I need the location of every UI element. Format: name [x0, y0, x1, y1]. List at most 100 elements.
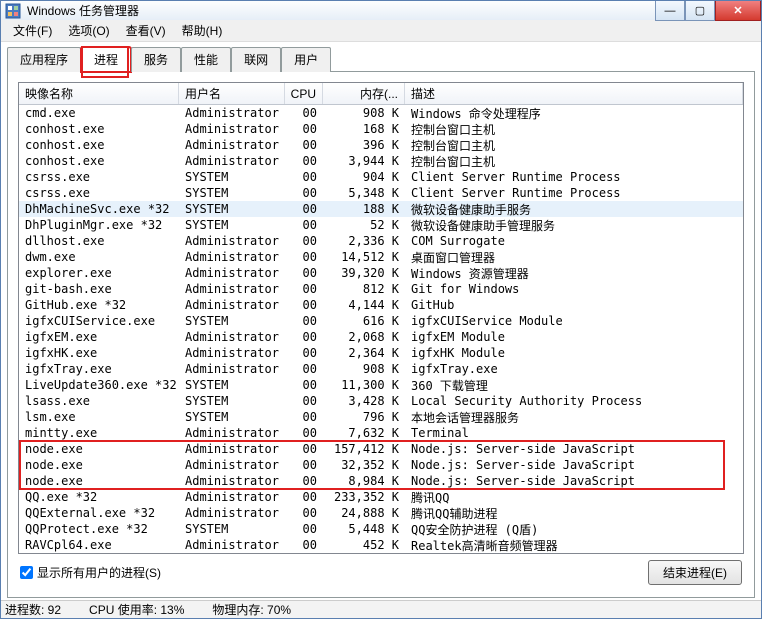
- table-row[interactable]: node.exeAdministrator008,984 KNode.js: S…: [19, 473, 743, 489]
- table-row[interactable]: csrss.exeSYSTEM005,348 KClient Server Ru…: [19, 185, 743, 201]
- cell-name: node.exe: [19, 474, 179, 488]
- cell-desc: QQ安全防护进程 (Q盾): [405, 521, 743, 538]
- cell-user: Administrator: [179, 330, 285, 344]
- cell-desc: Terminal: [405, 426, 743, 440]
- maximize-button[interactable]: ▢: [685, 1, 715, 21]
- cell-name: QQ.exe *32: [19, 490, 179, 504]
- table-row[interactable]: mintty.exeAdministrator007,632 KTerminal: [19, 425, 743, 441]
- menu-view[interactable]: 查看(V): [118, 20, 174, 41]
- table-row[interactable]: git-bash.exeAdministrator00812 KGit for …: [19, 281, 743, 297]
- cell-desc: Node.js: Server-side JavaScript: [405, 458, 743, 472]
- table-row[interactable]: node.exeAdministrator0032,352 KNode.js: …: [19, 457, 743, 473]
- cell-user: Administrator: [179, 266, 285, 280]
- cell-user: SYSTEM: [179, 218, 285, 232]
- table-row[interactable]: QQProtect.exe *32SYSTEM005,448 KQQ安全防护进程…: [19, 521, 743, 537]
- cell-cpu: 00: [285, 394, 323, 408]
- tab-applications[interactable]: 应用程序: [7, 47, 81, 72]
- table-row[interactable]: lsass.exeSYSTEM003,428 KLocal Security A…: [19, 393, 743, 409]
- table-row[interactable]: igfxHK.exeAdministrator002,364 KigfxHK M…: [19, 345, 743, 361]
- cell-user: SYSTEM: [179, 410, 285, 424]
- table-row[interactable]: csrss.exeSYSTEM00904 KClient Server Runt…: [19, 169, 743, 185]
- end-process-button[interactable]: 结束进程(E): [648, 560, 742, 585]
- table-row[interactable]: QQExternal.exe *32Administrator0024,888 …: [19, 505, 743, 521]
- cell-user: SYSTEM: [179, 202, 285, 216]
- table-body[interactable]: cmd.exeAdministrator00908 KWindows 命令处理程…: [19, 105, 743, 553]
- cell-mem: 904 K: [323, 170, 405, 184]
- table-row[interactable]: DhMachineSvc.exe *32SYSTEM00188 K微软设备健康助…: [19, 201, 743, 217]
- cell-cpu: 00: [285, 330, 323, 344]
- cell-user: SYSTEM: [179, 186, 285, 200]
- cell-mem: 2,364 K: [323, 346, 405, 360]
- cell-name: igfxTray.exe: [19, 362, 179, 376]
- cell-name: DhMachineSvc.exe *32: [19, 202, 179, 216]
- table-row[interactable]: QQ.exe *32Administrator00233,352 K腾讯QQ: [19, 489, 743, 505]
- cell-desc: 桌面窗口管理器: [405, 249, 743, 266]
- cell-desc: 控制台窗口主机: [405, 153, 743, 170]
- cell-cpu: 00: [285, 538, 323, 552]
- table-row[interactable]: conhost.exeAdministrator00396 K控制台窗口主机: [19, 137, 743, 153]
- cell-name: igfxEM.exe: [19, 330, 179, 344]
- table-row[interactable]: RAVCpl64.exeAdministrator00452 KRealtek高…: [19, 537, 743, 553]
- table-row[interactable]: dwm.exeAdministrator0014,512 K桌面窗口管理器: [19, 249, 743, 265]
- table-row[interactable]: igfxCUIService.exeSYSTEM00616 KigfxCUISe…: [19, 313, 743, 329]
- cell-mem: 7,632 K: [323, 426, 405, 440]
- table-row[interactable]: GitHub.exe *32Administrator004,144 KGitH…: [19, 297, 743, 313]
- cell-mem: 3,428 K: [323, 394, 405, 408]
- cell-name: explorer.exe: [19, 266, 179, 280]
- cell-user: Administrator: [179, 538, 285, 552]
- cell-desc: Node.js: Server-side JavaScript: [405, 474, 743, 488]
- table-row[interactable]: conhost.exeAdministrator00168 K控制台窗口主机: [19, 121, 743, 137]
- cell-name: LiveUpdate360.exe *32: [19, 378, 179, 392]
- tab-users[interactable]: 用户: [281, 47, 331, 72]
- statusbar: 进程数: 92 CPU 使用率: 13% 物理内存: 70%: [1, 600, 761, 618]
- menu-help[interactable]: 帮助(H): [174, 20, 231, 41]
- table-row[interactable]: explorer.exeAdministrator0039,320 KWindo…: [19, 265, 743, 281]
- cell-cpu: 00: [285, 346, 323, 360]
- tab-processes[interactable]: 进程: [81, 47, 131, 72]
- table-row[interactable]: cmd.exeAdministrator00908 KWindows 命令处理程…: [19, 105, 743, 121]
- cell-desc: 微软设备健康助手服务: [405, 201, 743, 218]
- table-row[interactable]: DhPluginMgr.exe *32SYSTEM0052 K微软设备健康助手管…: [19, 217, 743, 233]
- table-row[interactable]: LiveUpdate360.exe *32SYSTEM0011,300 K360…: [19, 377, 743, 393]
- cell-user: SYSTEM: [179, 170, 285, 184]
- table-row[interactable]: dllhost.exeAdministrator002,336 KCOM Sur…: [19, 233, 743, 249]
- menu-file[interactable]: 文件(F): [5, 20, 60, 41]
- cell-cpu: 00: [285, 106, 323, 120]
- close-button[interactable]: ✕: [715, 1, 761, 21]
- cell-mem: 5,448 K: [323, 522, 405, 536]
- col-header-cpu[interactable]: CPU: [285, 83, 323, 104]
- show-all-users-input[interactable]: [20, 566, 33, 579]
- minimize-button[interactable]: —: [655, 1, 685, 21]
- table-row[interactable]: igfxEM.exeAdministrator002,068 KigfxEM M…: [19, 329, 743, 345]
- menu-options[interactable]: 选项(O): [60, 20, 117, 41]
- col-header-desc[interactable]: 描述: [405, 83, 743, 104]
- table-row[interactable]: igfxTray.exeAdministrator00908 KigfxTray…: [19, 361, 743, 377]
- cell-cpu: 00: [285, 362, 323, 376]
- tab-networking[interactable]: 联网: [231, 47, 281, 72]
- tab-services[interactable]: 服务: [131, 47, 181, 72]
- cell-desc: 控制台窗口主机: [405, 121, 743, 138]
- tab-performance[interactable]: 性能: [181, 47, 231, 72]
- table-row[interactable]: node.exeAdministrator00157,412 KNode.js:…: [19, 441, 743, 457]
- cell-name: cmd.exe: [19, 106, 179, 120]
- cell-mem: 396 K: [323, 138, 405, 152]
- titlebar[interactable]: Windows 任务管理器 — ▢ ✕: [1, 1, 761, 20]
- cell-user: Administrator: [179, 250, 285, 264]
- cell-desc: Windows 命令处理程序: [405, 105, 743, 122]
- cell-desc: 本地会话管理器服务: [405, 409, 743, 426]
- cell-mem: 908 K: [323, 362, 405, 376]
- cell-cpu: 00: [285, 458, 323, 472]
- cell-desc: 腾讯QQ辅助进程: [405, 505, 743, 522]
- cell-cpu: 00: [285, 266, 323, 280]
- col-header-user[interactable]: 用户名: [179, 83, 285, 104]
- col-header-mem[interactable]: 内存(...: [323, 83, 405, 104]
- show-all-users-checkbox[interactable]: 显示所有用户的进程(S): [20, 564, 161, 581]
- cell-mem: 157,412 K: [323, 442, 405, 456]
- cell-name: igfxCUIService.exe: [19, 314, 179, 328]
- window-title: Windows 任务管理器: [27, 2, 139, 19]
- cell-cpu: 00: [285, 218, 323, 232]
- table-row[interactable]: lsm.exeSYSTEM00796 K本地会话管理器服务: [19, 409, 743, 425]
- cell-desc: 微软设备健康助手管理服务: [405, 217, 743, 234]
- col-header-name[interactable]: 映像名称: [19, 83, 179, 104]
- table-row[interactable]: conhost.exeAdministrator003,944 K控制台窗口主机: [19, 153, 743, 169]
